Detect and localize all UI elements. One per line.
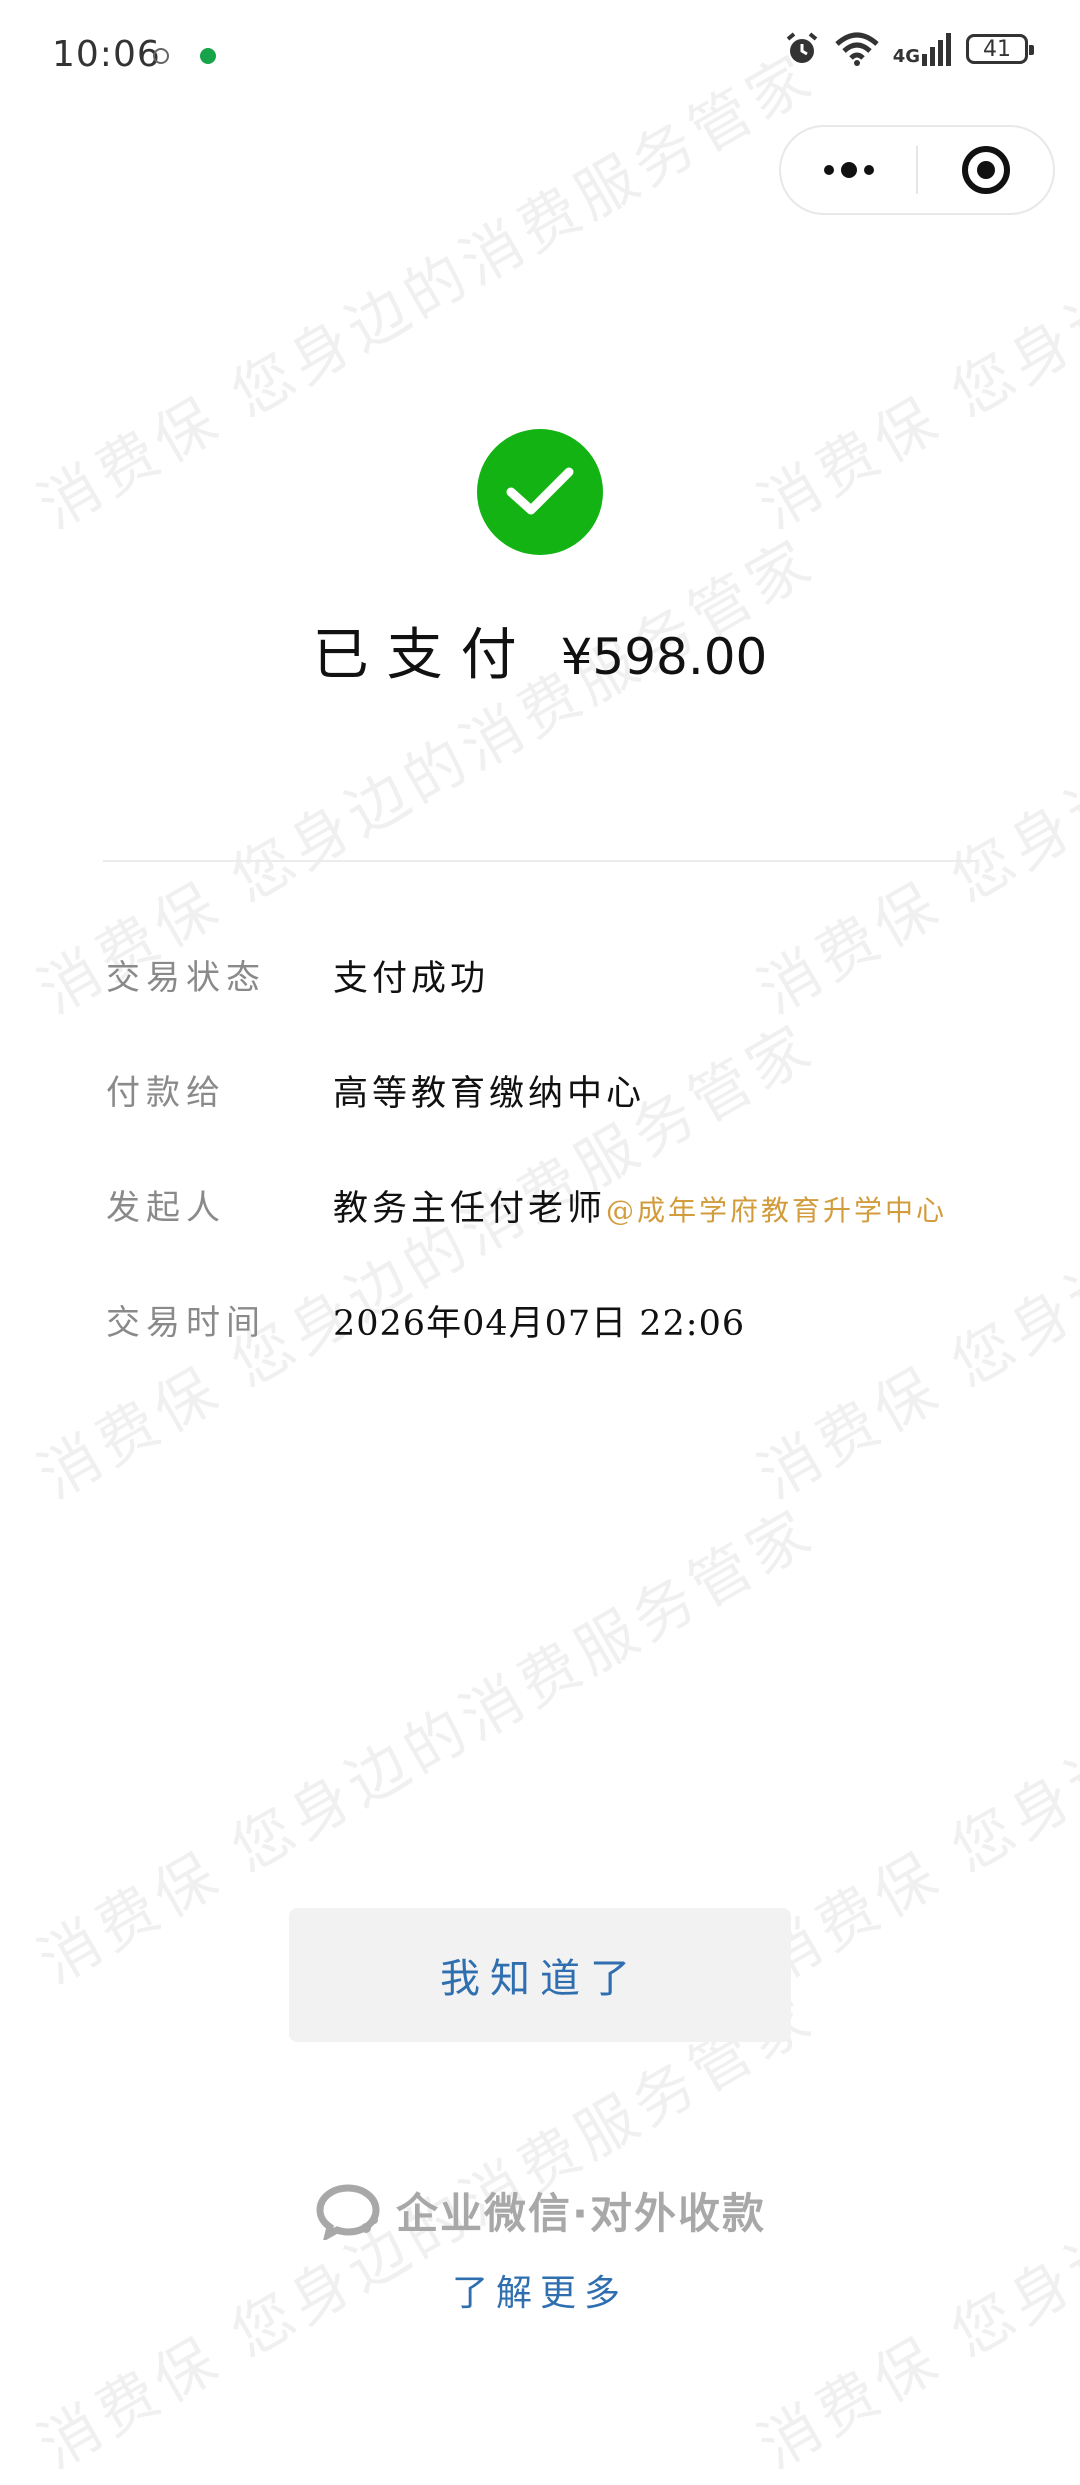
initiator-name: 教务主任付老师 <box>333 1189 607 1229</box>
brand-footer: 企业微信·对外收款 <box>0 2180 1080 2241</box>
payment-amount: ¥598.00 <box>560 628 768 686</box>
more-dots-icon <box>823 162 874 178</box>
close-miniprogram-button[interactable] <box>918 127 1053 213</box>
watermark-text: 消费保 您身边的消费服务管家 <box>747 40 1080 543</box>
wifi-icon <box>835 32 879 66</box>
success-check-icon <box>477 429 603 555</box>
got-it-button[interactable]: 我知道了 <box>289 1908 791 2042</box>
status-icons: 4G 41 <box>783 30 1034 68</box>
watermark-text: 消费保 您身边的消费服务管家 <box>747 525 1080 1028</box>
initiator-value: 教务主任付老师 @成年学府教育升学中心 <box>333 1180 947 1231</box>
watermark-text: 消费保 您身边的消费服务管家 <box>747 1010 1080 1513</box>
transaction-status-label: 交易状态 <box>106 958 266 998</box>
divider <box>103 860 977 862</box>
transaction-time-label: 交易时间 <box>106 1303 266 1343</box>
initiator-label: 发起人 <box>106 1188 226 1228</box>
payee-label: 付款给 <box>106 1073 226 1113</box>
target-close-icon <box>961 146 1010 194</box>
initiator-organization: @成年学府教育升学中心 <box>606 1194 948 1227</box>
capsule-menu <box>779 125 1055 215</box>
battery-indicator: 41 <box>966 34 1034 64</box>
cellular-signal: 4G <box>893 32 952 66</box>
wecom-logo-icon <box>316 2183 380 2240</box>
transaction-time-value: 2026年04月07日 22:06 <box>333 1304 746 1344</box>
learn-more-link[interactable]: 了解更多 <box>0 2264 1080 2316</box>
watermark-text: 消费保 您身边的消费服务管家 <box>747 1495 1080 1998</box>
watermark-text: 消费保 您身边的消费服务管家 <box>27 40 827 543</box>
checkmark-icon <box>506 467 574 515</box>
network-type: 4G <box>892 46 920 67</box>
transaction-status-value: 支付成功 <box>333 959 490 999</box>
alarm-icon <box>786 32 817 63</box>
brand-text: 企业微信·对外收款 <box>396 2189 766 2238</box>
payment-status-title: 已支付 <box>312 623 535 688</box>
notification-icon <box>153 48 169 64</box>
more-button[interactable] <box>781 127 916 213</box>
payment-title: 已支付 ¥598.00 <box>0 610 1080 691</box>
signal-bars-icon <box>922 33 951 66</box>
payee-value: 高等教育缴纳中心 <box>333 1074 646 1114</box>
status-time: 10:06 <box>52 34 161 75</box>
app-notification-icon <box>200 48 216 64</box>
